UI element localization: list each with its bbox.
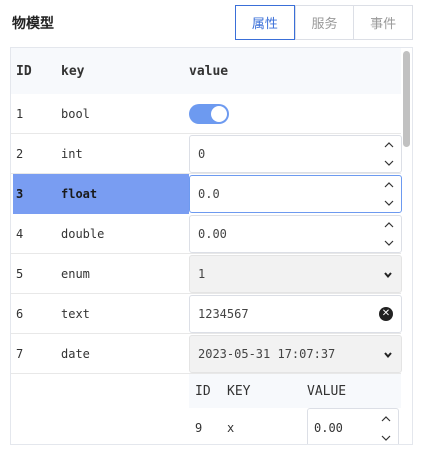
table-header: ID key value xyxy=(11,48,401,94)
table-row: 4 double 0.00 xyxy=(11,214,402,254)
date-value: 2023-05-31 17:07:37 xyxy=(198,347,336,361)
chevron-down-icon xyxy=(383,269,393,279)
nested-row: 9 x 0.00 xyxy=(189,408,401,444)
table-row: 1 bool xyxy=(11,94,401,134)
nested-header-value: VALUE xyxy=(307,383,347,399)
row-id: 6 xyxy=(16,306,24,321)
tab-bar: 属性 服务 事件 xyxy=(235,5,413,40)
chevron-down-icon xyxy=(383,349,393,359)
properties-table: ID key value 1 bool 2 int 0 3 float 0.0 … xyxy=(11,48,402,444)
float-input[interactable]: 0.0 xyxy=(189,175,402,213)
nested-header: ID KEY VALUE xyxy=(189,374,401,408)
text-value: 1234567 xyxy=(198,307,249,321)
properties-panel: ID key value 1 bool 2 int 0 3 float 0.0 … xyxy=(10,47,413,445)
header-id: ID xyxy=(16,63,32,79)
date-select[interactable]: 2023-05-31 17:07:37 xyxy=(189,335,402,373)
table-row: 2 int 0 xyxy=(11,134,402,174)
x-value: 0.00 xyxy=(314,421,343,435)
tab-events[interactable]: 事件 xyxy=(353,6,413,39)
header-key: key xyxy=(61,63,85,79)
chevron-up-icon[interactable] xyxy=(384,220,394,230)
table-row: 7 date 2023-05-31 17:07:37 xyxy=(11,334,402,374)
double-input[interactable]: 0.00 xyxy=(189,215,402,253)
vertical-scrollbar[interactable] xyxy=(403,51,410,441)
header-value: value xyxy=(189,63,229,79)
page-title: 物模型 xyxy=(12,16,54,32)
chevron-up-icon[interactable] xyxy=(384,180,394,190)
row-key: int xyxy=(61,146,83,161)
row-highlight xyxy=(13,174,189,214)
chevron-up-icon[interactable] xyxy=(384,140,394,150)
double-stepper xyxy=(377,216,401,252)
tab-services[interactable]: 服务 xyxy=(294,6,354,39)
row-key: date xyxy=(61,346,90,361)
row-id: 4 xyxy=(16,226,24,241)
bool-toggle[interactable] xyxy=(189,103,229,124)
clear-icon[interactable]: ✕ xyxy=(379,307,393,321)
chevron-down-icon[interactable] xyxy=(384,238,394,248)
nested-row-id: 9 xyxy=(195,421,203,435)
x-input[interactable]: 0.00 xyxy=(307,408,399,444)
float-value: 0.0 xyxy=(198,187,220,201)
toggle-knob xyxy=(211,105,227,122)
nested-row-key: x xyxy=(227,421,235,435)
tab-properties[interactable]: 属性 xyxy=(235,5,295,40)
double-value: 0.00 xyxy=(198,227,227,241)
enum-select[interactable]: 1 xyxy=(189,255,402,293)
table-row-selected: 3 float 0.0 xyxy=(11,174,402,214)
row-key: double xyxy=(61,226,105,241)
row-id: 1 xyxy=(16,106,24,121)
row-id: 2 xyxy=(16,146,24,161)
enum-value: 1 xyxy=(198,267,206,281)
float-stepper xyxy=(377,176,401,212)
scroll-thumb[interactable] xyxy=(403,51,410,147)
nested-header-id: ID xyxy=(195,383,211,399)
table-row-nested: ID KEY VALUE 9 x 0.00 xyxy=(11,374,401,444)
row-id: 7 xyxy=(16,346,24,361)
row-key: bool xyxy=(61,106,90,121)
text-input[interactable]: 1234567 ✕ xyxy=(189,295,402,333)
int-stepper xyxy=(377,136,401,172)
row-id: 5 xyxy=(16,266,24,281)
int-input[interactable]: 0 xyxy=(189,135,402,173)
nested-header-key: KEY xyxy=(227,383,251,399)
chevron-down-icon[interactable] xyxy=(384,198,394,208)
row-key: enum xyxy=(61,266,90,281)
row-key: float xyxy=(61,187,98,201)
x-stepper xyxy=(374,409,398,444)
chevron-down-icon[interactable] xyxy=(381,433,391,443)
row-key: text xyxy=(61,306,90,321)
int-value: 0 xyxy=(198,147,206,161)
nested-table: ID KEY VALUE 9 x 0.00 xyxy=(189,374,401,444)
table-row: 5 enum 1 xyxy=(11,254,402,294)
table-row: 6 text 1234567 ✕ xyxy=(11,294,402,334)
chevron-down-icon[interactable] xyxy=(384,158,394,168)
chevron-up-icon[interactable] xyxy=(381,414,391,424)
row-id: 3 xyxy=(16,187,24,201)
